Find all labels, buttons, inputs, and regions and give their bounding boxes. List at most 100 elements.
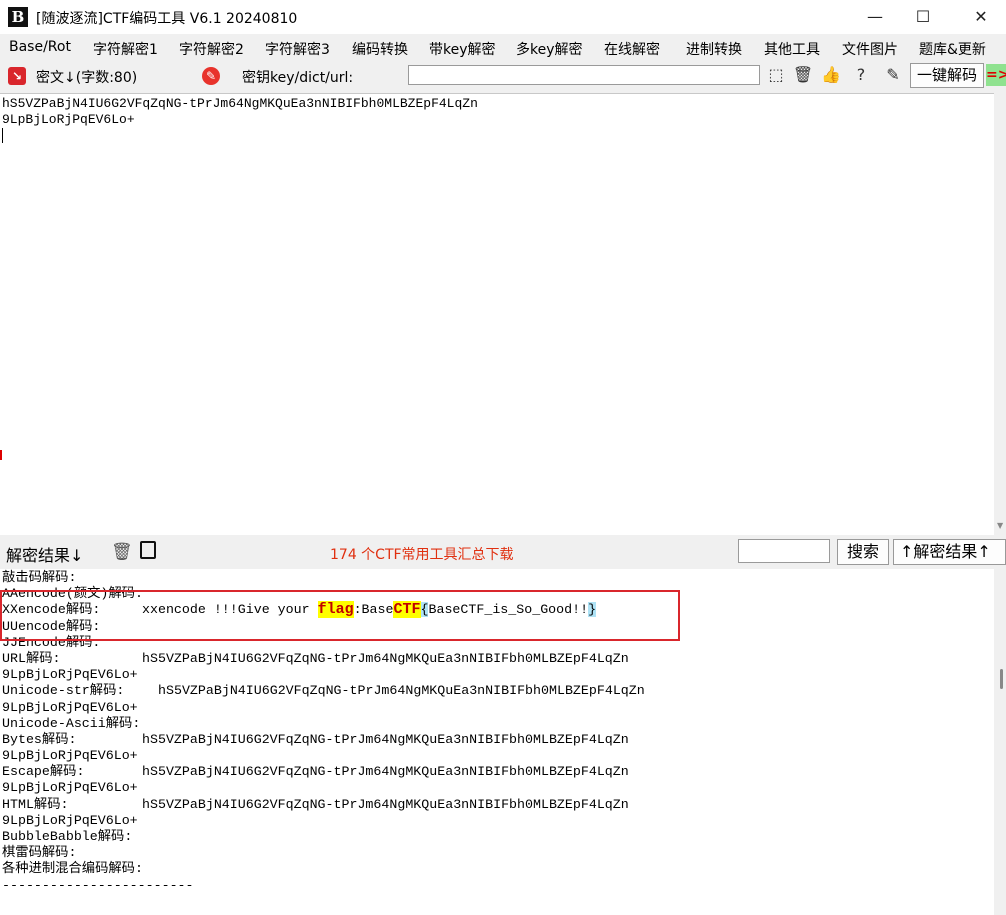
- result-line-value: hS5VZPaBjN4IU6G2VFqZqNG-tPrJm64NgMKQuEa3…: [142, 731, 629, 747]
- ctf-highlight: CTF: [393, 601, 421, 619]
- menu-library-update[interactable]: 题库&更新: [919, 39, 986, 59]
- result-line-label: ------------------------: [2, 877, 194, 893]
- result-line: Bytes解码: hS5VZPaBjN4IU6G2VFqZqNG-tPrJm64N…: [2, 732, 994, 748]
- result-line-label: Unicode-str解码:: [2, 683, 125, 699]
- result-line-label: XXencode解码:: [2, 602, 101, 618]
- text-cursor: [2, 128, 994, 144]
- result-line: UUencode解码:: [2, 619, 994, 635]
- xxencode-prefix: xxencode !!!Give your: [142, 602, 318, 618]
- cipher-line-1: hS5VZPaBjN4IU6G2VFqZqNG-tPrJm64NgMKQuEa3…: [2, 96, 478, 111]
- menu-encoding-convert[interactable]: 编码转换: [352, 39, 408, 59]
- result-line-label: Unicode-Ascii解码:: [2, 715, 141, 731]
- result-line-value: hS5VZPaBjN4IU6G2VFqZqNG-tPrJm64NgMKQuEa3…: [158, 683, 645, 699]
- thumbs-up-icon[interactable]: 👍: [820, 64, 842, 86]
- select-cursor-icon[interactable]: ⬚: [765, 64, 787, 86]
- result-scrollbar[interactable]: [994, 569, 1006, 915]
- app-logo: B: [8, 7, 28, 27]
- result-line: Unicode-str解码: hS5VZPaBjN4IU6G2VFqZqNG-tP…: [2, 683, 994, 699]
- flag-highlight: flag: [317, 601, 354, 619]
- edit-icon[interactable]: ✎: [202, 67, 220, 85]
- menu-other-tools[interactable]: 其他工具: [764, 39, 820, 59]
- menu-bar: Base/Rot 字符解密1 字符解密2 字符解密3 编码转换 带key解密 多…: [0, 34, 1006, 60]
- result-line: 9LpBjLoRjPqEV6Lo+: [2, 700, 994, 716]
- result-up-button[interactable]: ↑解密结果↑: [893, 539, 1006, 565]
- search-input[interactable]: [738, 539, 830, 563]
- result-line: Unicode-Ascii解码:: [2, 716, 994, 732]
- result-line-label: HTML解码:: [2, 796, 69, 812]
- result-label: 解密结果↓: [6, 546, 84, 565]
- result-line-label: UUencode解码:: [2, 618, 101, 634]
- cipher-textarea[interactable]: hS5VZPaBjN4IU6G2VFqZqNG-tPrJm64NgMKQuEa3…: [0, 93, 994, 535]
- result-line: 9LpBjLoRjPqEV6Lo+: [2, 813, 994, 829]
- cipher-label: 密文↓(字数:80): [36, 70, 138, 86]
- result-line: 各种进制混合编码解码:: [2, 861, 994, 877]
- trash-icon[interactable]: 🗑: [792, 64, 814, 86]
- menu-multi-key-decode[interactable]: 多key解密: [516, 39, 583, 59]
- search-button[interactable]: 搜索: [837, 539, 889, 565]
- forward-arrow-icon[interactable]: =>: [986, 64, 1006, 86]
- result-line-value: hS5VZPaBjN4IU6G2VFqZqNG-tPrJm64NgMKQuEa3…: [142, 650, 629, 666]
- menu-base-rot[interactable]: Base/Rot: [9, 39, 71, 55]
- result-line: 9LpBjLoRjPqEV6Lo+: [2, 667, 994, 683]
- result-line: ------------------------: [2, 878, 994, 894]
- result-line-label: BubbleBabble解码:: [2, 829, 133, 844]
- brace-close-highlight: }: [588, 602, 597, 618]
- left-marker: [0, 450, 2, 460]
- menu-file-image[interactable]: 文件图片: [842, 39, 898, 59]
- result-line: 9LpBjLoRjPqEV6Lo+: [2, 780, 994, 796]
- result-line: URL解码: hS5VZPaBjN4IU6G2VFqZqNG-tPrJm64NgM…: [2, 651, 994, 667]
- result-line-label: AAencode(颜文)解码:: [2, 586, 143, 602]
- result-line-label: JJEncode解码:: [2, 634, 101, 650]
- result-line: 敲击码解码:: [2, 570, 994, 586]
- cipher-line-2: 9LpBjLoRjPqEV6Lo+: [2, 112, 135, 127]
- result-line: HTML解码: hS5VZPaBjN4IU6G2VFqZqNG-tPrJm64Ng…: [2, 797, 994, 813]
- clear-result-icon[interactable]: 🗑: [111, 542, 133, 562]
- one-click-decode-button[interactable]: 一键解码: [910, 63, 984, 88]
- result-line-label: Escape解码:: [2, 764, 85, 780]
- scroll-down-arrow-icon[interactable]: ▼: [997, 521, 1003, 530]
- edit-note-icon[interactable]: ✎: [882, 64, 904, 86]
- menu-char-decode-2[interactable]: 字符解密2: [179, 39, 244, 59]
- tools-download-banner[interactable]: 174 个CTF常用工具汇总下载: [330, 544, 514, 564]
- result-line: 9LpBjLoRjPqEV6Lo+: [2, 748, 994, 764]
- result-scroll-thumb[interactable]: [1000, 669, 1003, 689]
- result-line: Escape解码: hS5VZPaBjN4IU6G2VFqZqNG-tPrJm64…: [2, 764, 994, 780]
- xxencode-mid: :Base: [353, 602, 394, 618]
- result-line-label: 各种进制混合编码解码:: [2, 861, 143, 877]
- menu-base-convert[interactable]: 进制转换: [686, 39, 742, 59]
- key-input[interactable]: [408, 65, 760, 85]
- result-line: AAencode(颜文)解码:: [2, 586, 994, 602]
- result-line-label: 9LpBjLoRjPqEV6Lo+: [2, 812, 138, 828]
- cipher-scrollbar[interactable]: ▼: [994, 93, 1006, 535]
- result-line-value: hS5VZPaBjN4IU6G2VFqZqNG-tPrJm64NgMKQuEa3…: [142, 796, 629, 812]
- result-toolbar: 解密结果↓ 🗑 174 个CTF常用工具汇总下载 搜索 ↑解密结果↑: [0, 535, 1006, 569]
- xxencode-result: xxencode !!!Give your flag:BaseCTF{BaseC…: [142, 601, 597, 619]
- close-button[interactable]: ✕: [958, 0, 1004, 34]
- maximize-button[interactable]: ☐: [900, 0, 946, 34]
- result-line-label: 9LpBjLoRjPqEV6Lo+: [2, 667, 138, 683]
- window-title: [随波逐流]CTF编码工具 V6.1 20240810: [36, 11, 298, 27]
- result-line-label: 9LpBjLoRjPqEV6Lo+: [2, 780, 138, 796]
- menu-char-decode-3[interactable]: 字符解密3: [265, 39, 330, 59]
- title-bar: B [随波逐流]CTF编码工具 V6.1 20240810 — ☐ ✕: [0, 0, 1006, 34]
- help-icon[interactable]: ?: [850, 64, 872, 86]
- result-textarea[interactable]: 敲击码解码: AAencode(颜文)解码: XXencode解码: xxencode…: [0, 569, 994, 915]
- result-line-value: hS5VZPaBjN4IU6G2VFqZqNG-tPrJm64NgMKQuEa3…: [142, 764, 629, 780]
- copy-icon[interactable]: [140, 541, 156, 559]
- key-label: 密钥key/dict/url:: [242, 70, 354, 86]
- result-line-label: 9LpBjLoRjPqEV6Lo+: [2, 699, 138, 715]
- result-line-label: URL解码:: [2, 650, 61, 666]
- result-line-label: 9LpBjLoRjPqEV6Lo+: [2, 748, 138, 764]
- result-line: JJEncode解码:: [2, 635, 994, 651]
- minimize-button[interactable]: —: [852, 0, 898, 34]
- result-line: 棋雷码解码:: [2, 845, 994, 861]
- result-line-label: 棋雷码解码:: [2, 845, 77, 861]
- menu-online-decode[interactable]: 在线解密: [604, 39, 660, 59]
- menu-key-decode[interactable]: 带key解密: [429, 39, 496, 59]
- result-line-label: 敲击码解码:: [2, 570, 77, 585]
- result-line: BubbleBabble解码:: [2, 829, 994, 845]
- cipher-input-icon[interactable]: ↘: [8, 67, 26, 85]
- menu-char-decode-1[interactable]: 字符解密1: [93, 39, 158, 59]
- flag-content: BaseCTF_is_So_Good!!: [428, 602, 589, 618]
- result-line: XXencode解码: xxencode !!!Give your flag:Ba…: [2, 601, 994, 619]
